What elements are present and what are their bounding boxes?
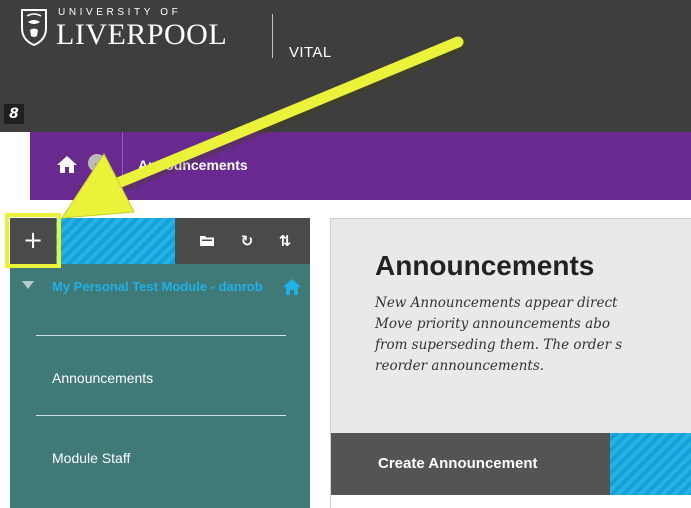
page-title: Announcements bbox=[375, 250, 595, 281]
course-menu: My Personal Test Module - danrob Announc… bbox=[10, 264, 310, 508]
breadcrumb-divider bbox=[122, 132, 123, 200]
description-line: Move priority announcements abo bbox=[375, 316, 610, 332]
annotation-highlight-box bbox=[5, 213, 61, 268]
description-line: reorder announcements. bbox=[375, 358, 545, 374]
brand-divider bbox=[272, 14, 273, 58]
folder-view-button[interactable] bbox=[189, 218, 225, 264]
course-title-link[interactable]: My Personal Test Module - danrob bbox=[52, 278, 267, 295]
description-line: from superseding them. The order s bbox=[375, 337, 623, 353]
reorder-button[interactable]: ⇅ bbox=[267, 218, 303, 264]
menu-divider bbox=[36, 415, 286, 416]
page-description: New Announcements appear direct Move pri… bbox=[375, 293, 691, 377]
menu-toolbar-actions: ↻ ⇅ bbox=[175, 218, 310, 264]
university-name-small: UNIVERSITY OF bbox=[58, 7, 182, 18]
app-name: VITAL bbox=[289, 44, 332, 61]
link-icon[interactable]: 8 bbox=[4, 104, 24, 124]
action-bar: Create Announcement bbox=[331, 433, 691, 495]
content-list-area bbox=[331, 495, 691, 508]
header-bar: UNIVERSITY OF LIVERPOOL VITAL 8 bbox=[0, 0, 691, 132]
menu-item-module-staff[interactable]: Module Staff bbox=[52, 450, 130, 466]
university-name-logo: LIVERPOOL bbox=[56, 18, 228, 51]
content-panel: Announcements New Announcements appear d… bbox=[330, 218, 691, 508]
description-line: New Announcements appear direct bbox=[375, 295, 618, 311]
menu-divider bbox=[36, 335, 286, 336]
chevron-down-icon[interactable]: ⌄ bbox=[88, 154, 106, 172]
breadcrumb-current[interactable]: Announcements bbox=[138, 157, 248, 173]
refresh-button[interactable]: ↻ bbox=[229, 218, 265, 264]
folder-icon bbox=[200, 236, 214, 246]
collapse-arrow-icon[interactable] bbox=[22, 281, 34, 289]
home-icon[interactable] bbox=[56, 154, 78, 174]
university-crest-icon bbox=[21, 9, 47, 46]
menu-item-announcements[interactable]: Announcements bbox=[52, 370, 153, 386]
course-home-icon[interactable] bbox=[282, 278, 302, 296]
breadcrumb: ⌄ Announcements bbox=[30, 132, 691, 200]
create-announcement-button[interactable]: Create Announcement bbox=[331, 433, 610, 495]
